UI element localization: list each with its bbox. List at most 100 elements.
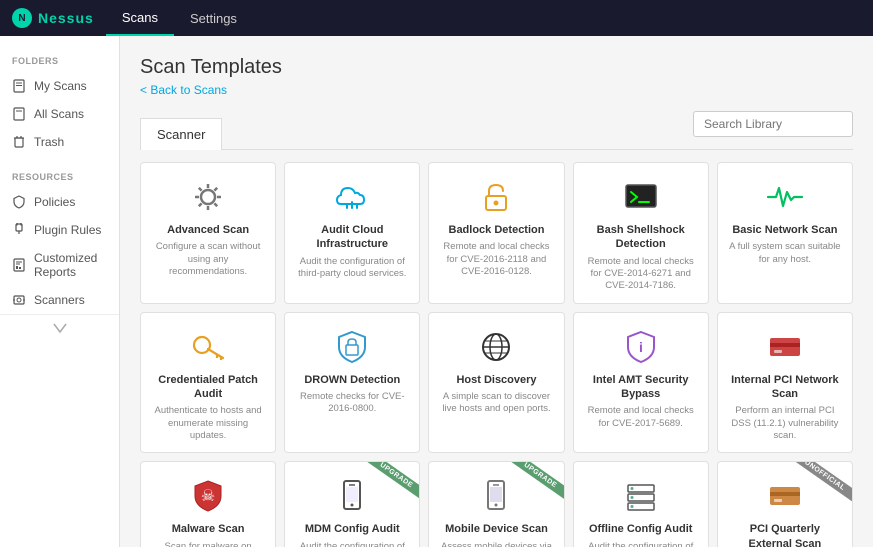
- template-desc-badlock: Remote and local checks for CVE-2016-211…: [439, 241, 553, 278]
- ribbon-mdm-config: UPGRADE: [366, 461, 421, 499]
- nav-items: Scans Settings: [106, 0, 253, 36]
- template-desc-credentialed-patch: Authenticate to hosts and enumerate miss…: [151, 405, 265, 442]
- sidebar-trash-label: Trash: [34, 135, 64, 149]
- template-card-internal-pci[interactable]: Internal PCI Network Scan Perform an int…: [717, 312, 853, 454]
- back-link[interactable]: < Back to Scans: [140, 83, 227, 97]
- collapse-button[interactable]: [0, 314, 119, 341]
- template-name-credentialed-patch: Credentialed Patch Audit: [151, 373, 265, 402]
- template-name-host-discovery: Host Discovery: [456, 373, 536, 387]
- template-name-bash-shellshock: Bash Shellshock Detection: [584, 223, 698, 252]
- template-card-bash-shellshock[interactable]: Bash Shellshock Detection Remote and loc…: [573, 162, 709, 304]
- logo-icon: N: [12, 8, 32, 28]
- template-icon-badlock: [476, 177, 516, 217]
- template-desc-malware-scan: Scan for malware on Windows and Unix sys…: [151, 541, 265, 547]
- template-icon-bash-shellshock: [621, 177, 661, 217]
- template-card-offline-config[interactable]: Offline Config Audit Audit the configura…: [573, 461, 709, 547]
- sidebar-customized-reports-label: Customized Reports: [34, 251, 107, 279]
- template-card-host-discovery[interactable]: Host Discovery A simple scan to discover…: [428, 312, 564, 454]
- nav-scans[interactable]: Scans: [106, 0, 174, 36]
- page-title: Scan Templates: [140, 56, 853, 79]
- layout: FOLDERS My Scans All Scans Trash RESOURC…: [0, 36, 873, 547]
- template-icon-pci-quarterly: [765, 476, 805, 516]
- template-icon-mdm-config: [332, 476, 372, 516]
- logo-area: N Nessus: [0, 8, 106, 28]
- template-desc-offline-config: Audit the configuration of network devic…: [584, 541, 698, 547]
- sidebar-policies-label: Policies: [34, 195, 75, 209]
- template-card-mdm-config[interactable]: UPGRADE MDM Config Audit Audit the confi…: [284, 461, 420, 547]
- sidebar-item-customized-reports[interactable]: Customized Reports: [0, 244, 119, 286]
- template-desc-mobile-device: Assess mobile devices via Microsoft Exch…: [439, 541, 553, 547]
- template-name-mobile-device: Mobile Device Scan: [445, 522, 548, 536]
- template-name-audit-cloud: Audit Cloud Infrastructure: [295, 223, 409, 252]
- sidebar-divider: [0, 156, 119, 168]
- template-icon-malware-scan: ☠: [188, 476, 228, 516]
- template-icon-mobile-device: [476, 476, 516, 516]
- sidebar-item-plugin-rules[interactable]: Plugin Rules: [0, 216, 119, 244]
- template-card-intel-amt[interactable]: i Intel AMT Security Bypass Remote and l…: [573, 312, 709, 454]
- template-name-malware-scan: Malware Scan: [172, 522, 245, 536]
- template-desc-internal-pci: Perform an internal PCI DSS (11.2.1) vul…: [728, 405, 842, 442]
- file-icon-2: [12, 107, 26, 121]
- template-icon-basic-network: [765, 177, 805, 217]
- nav-settings[interactable]: Settings: [174, 0, 253, 36]
- sidebar: FOLDERS My Scans All Scans Trash RESOURC…: [0, 36, 120, 547]
- template-card-badlock[interactable]: Badlock Detection Remote and local check…: [428, 162, 564, 304]
- template-card-audit-cloud[interactable]: Audit Cloud Infrastructure Audit the con…: [284, 162, 420, 304]
- plug-icon: [12, 223, 26, 237]
- main-content: Scan Templates < Back to Scans Scanner A…: [120, 36, 873, 547]
- template-name-mdm-config: MDM Config Audit: [305, 522, 400, 536]
- sidebar-all-scans-label: All Scans: [34, 107, 84, 121]
- template-name-offline-config: Offline Config Audit: [589, 522, 692, 536]
- ribbon-mobile-device: UPGRADE: [510, 461, 565, 499]
- template-name-badlock: Badlock Detection: [449, 223, 545, 237]
- search-bar: [693, 111, 853, 137]
- template-card-mobile-device[interactable]: UPGRADE Mobile Device Scan Assess mobile…: [428, 461, 564, 547]
- template-icon-drown: [332, 327, 372, 367]
- template-name-drown: DROWN Detection: [304, 373, 400, 387]
- template-card-credentialed-patch[interactable]: Credentialed Patch Audit Authenticate to…: [140, 312, 276, 454]
- sidebar-item-my-scans[interactable]: My Scans: [0, 72, 119, 100]
- folders-label: FOLDERS: [0, 52, 119, 72]
- sidebar-item-trash[interactable]: Trash: [0, 128, 119, 156]
- template-desc-host-discovery: A simple scan to discover live hosts and…: [439, 391, 553, 416]
- template-icon-credentialed-patch: [188, 327, 228, 367]
- shield-icon: [12, 195, 26, 209]
- template-name-internal-pci: Internal PCI Network Scan: [728, 373, 842, 402]
- search-input[interactable]: [693, 111, 853, 137]
- top-nav: N Nessus Scans Settings: [0, 0, 873, 36]
- template-desc-bash-shellshock: Remote and local checks for CVE-2014-627…: [584, 256, 698, 293]
- template-card-advanced-scan[interactable]: Advanced Scan Configure a scan without u…: [140, 162, 276, 304]
- trash-icon: [12, 135, 26, 149]
- sidebar-plugin-rules-label: Plugin Rules: [34, 223, 101, 237]
- tab-scanner[interactable]: Scanner: [140, 118, 222, 150]
- template-desc-mdm-config: Audit the configuration of mobile device…: [295, 541, 409, 547]
- template-card-drown[interactable]: DROWN Detection Remote checks for CVE-20…: [284, 312, 420, 454]
- template-grid: Advanced Scan Configure a scan without u…: [140, 162, 853, 547]
- template-icon-audit-cloud: [332, 177, 372, 217]
- file-icon: [12, 79, 26, 93]
- template-icon-intel-amt: i: [621, 327, 661, 367]
- resources-label: RESOURCES: [0, 168, 119, 188]
- template-name-pci-quarterly: PCI Quarterly External Scan: [728, 522, 842, 547]
- app-name: Nessus: [38, 10, 94, 26]
- template-card-pci-quarterly[interactable]: UNOFFICIAL PCI Quarterly External Scan A…: [717, 461, 853, 547]
- tab-bar: Scanner: [140, 118, 222, 149]
- template-card-basic-network[interactable]: Basic Network Scan A full system scan su…: [717, 162, 853, 304]
- template-desc-intel-amt: Remote and local checks for CVE-2017-568…: [584, 405, 698, 430]
- scanner-icon: [12, 293, 26, 307]
- template-desc-drown: Remote checks for CVE-2016-0800.: [295, 391, 409, 416]
- sidebar-scanners-label: Scanners: [34, 293, 85, 307]
- template-icon-host-discovery: [476, 327, 516, 367]
- sidebar-item-all-scans[interactable]: All Scans: [0, 100, 119, 128]
- template-desc-basic-network: A full system scan suitable for any host…: [728, 241, 842, 266]
- template-card-malware-scan[interactable]: ☠ Malware Scan Scan for malware on Windo…: [140, 461, 276, 547]
- template-icon-offline-config: [621, 476, 661, 516]
- report-icon: [12, 258, 26, 272]
- template-name-intel-amt: Intel AMT Security Bypass: [584, 373, 698, 402]
- sidebar-item-policies[interactable]: Policies: [0, 188, 119, 216]
- template-name-advanced-scan: Advanced Scan: [167, 223, 249, 237]
- template-icon-advanced-scan: [188, 177, 228, 217]
- sidebar-item-scanners[interactable]: Scanners: [0, 286, 119, 314]
- sidebar-my-scans-label: My Scans: [34, 79, 87, 93]
- svg-text:i: i: [639, 339, 643, 355]
